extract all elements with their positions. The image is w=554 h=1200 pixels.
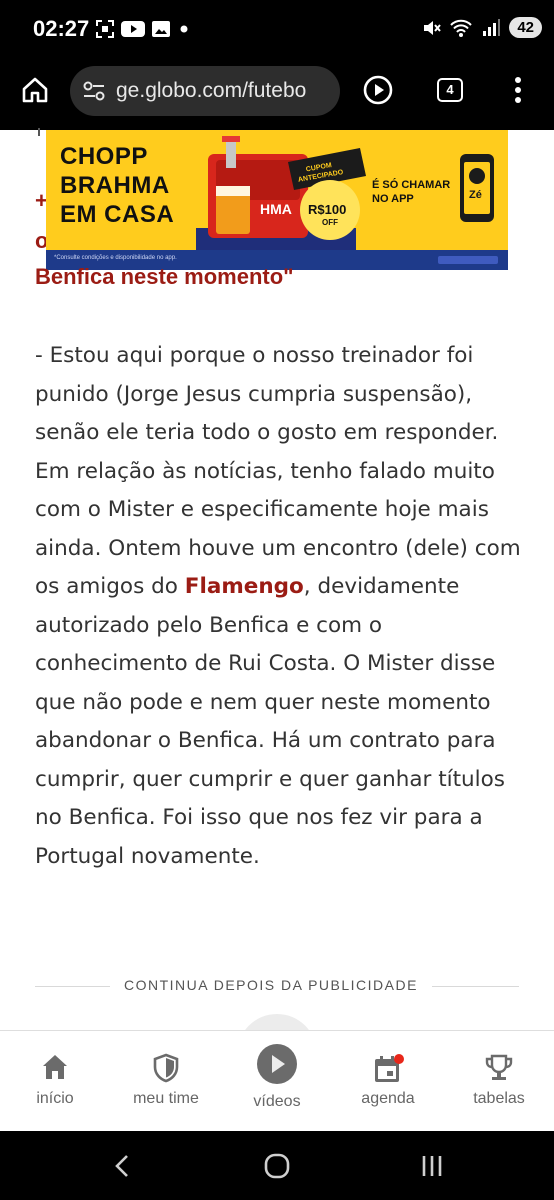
wifi-icon (450, 19, 473, 37)
article-paragraph: - Estou aqui porque o nosso treinador fo… (35, 337, 525, 876)
gallery-icon (152, 21, 170, 37)
battery-indicator: 42 (509, 17, 542, 38)
nav-item-agenda[interactable]: agenda (333, 1031, 443, 1132)
ad-cta-text: É SÓ CHAMAR NO APP (372, 179, 451, 205)
svg-text:OFF: OFF (322, 218, 338, 227)
home-circle-icon[interactable] (264, 1153, 290, 1179)
nav-label-inicio: início (36, 1090, 74, 1107)
signal-icon (483, 18, 501, 36)
ad-disclaimer: *Consulte condições e disponibilidade no… (54, 255, 177, 261)
nav-item-tabelas[interactable]: tabelas (444, 1031, 554, 1132)
bottom-navigation: início meu time vídeos agenda tabelas (0, 1030, 554, 1132)
address-bar[interactable]: ge.globo.com/futebo (70, 66, 340, 116)
svg-text:Zé: Zé (469, 189, 482, 201)
status-right-icons: 42 (421, 17, 542, 38)
paragraph-text-end: , devidamente autorizado pelo Benfica e … (35, 574, 506, 869)
recents-icon[interactable] (420, 1153, 444, 1179)
home-icon (43, 1055, 67, 1079)
headline-fragment-bar (38, 128, 40, 136)
youtube-icon (121, 21, 145, 37)
tabs-icon[interactable]: 4 (437, 78, 463, 102)
more-vert-icon[interactable] (508, 74, 528, 106)
price-badge: R$100 OFF (300, 180, 360, 240)
screenshot-icon (96, 20, 114, 38)
ad-divider-label: CONTINUA DEPOIS DA PUBLICIDADE (110, 977, 432, 993)
nav-label-meu-time: meu time (133, 1090, 199, 1107)
mute-icon (424, 20, 442, 35)
play-circle-icon (257, 1044, 297, 1084)
headline-last-line: Benfica neste momento" (35, 264, 294, 289)
phone-app-icon: Zé (460, 154, 494, 222)
calendar-icon (375, 1054, 404, 1082)
play-icon[interactable] (362, 74, 394, 106)
status-time: 02:27 (33, 16, 90, 41)
ad-banner[interactable]: CHOPP BRAHMA EM CASA HMA CUPOM ANTECIPAD… (46, 130, 508, 270)
nav-item-meu-time[interactable]: meu time (111, 1031, 221, 1132)
status-bar: 02:27 42 (0, 0, 554, 62)
nav-item-inicio[interactable]: início (0, 1031, 110, 1132)
status-left-icons (95, 19, 191, 39)
nav-item-videos[interactable]: vídeos (222, 1031, 332, 1132)
paragraph-text-start: - Estou aqui porque o nosso treinador fo… (35, 343, 521, 599)
url-text[interactable]: ge.globo.com/futebo (116, 79, 306, 103)
system-navigation-bar (0, 1131, 554, 1200)
shield-icon (153, 1053, 179, 1083)
flamengo-link[interactable]: Flamengo (185, 574, 304, 599)
nav-label-agenda: agenda (361, 1090, 415, 1107)
browser-toolbar: ge.globo.com/futebo 4 (0, 62, 554, 130)
home-icon[interactable] (20, 75, 50, 105)
trophy-icon (485, 1054, 513, 1080)
nav-label-tabelas: tabelas (473, 1090, 525, 1107)
svg-text:R$100: R$100 (308, 202, 346, 217)
nav-label-videos: vídeos (253, 1093, 301, 1110)
site-settings-icon[interactable] (82, 80, 106, 102)
back-icon[interactable] (112, 1153, 132, 1179)
ad-brand-text: CHOPP BRAHMA EM CASA (60, 143, 175, 228)
ad-footer-badge (438, 256, 498, 264)
dot-icon (180, 25, 188, 33)
svg-text:HMA: HMA (260, 201, 292, 217)
